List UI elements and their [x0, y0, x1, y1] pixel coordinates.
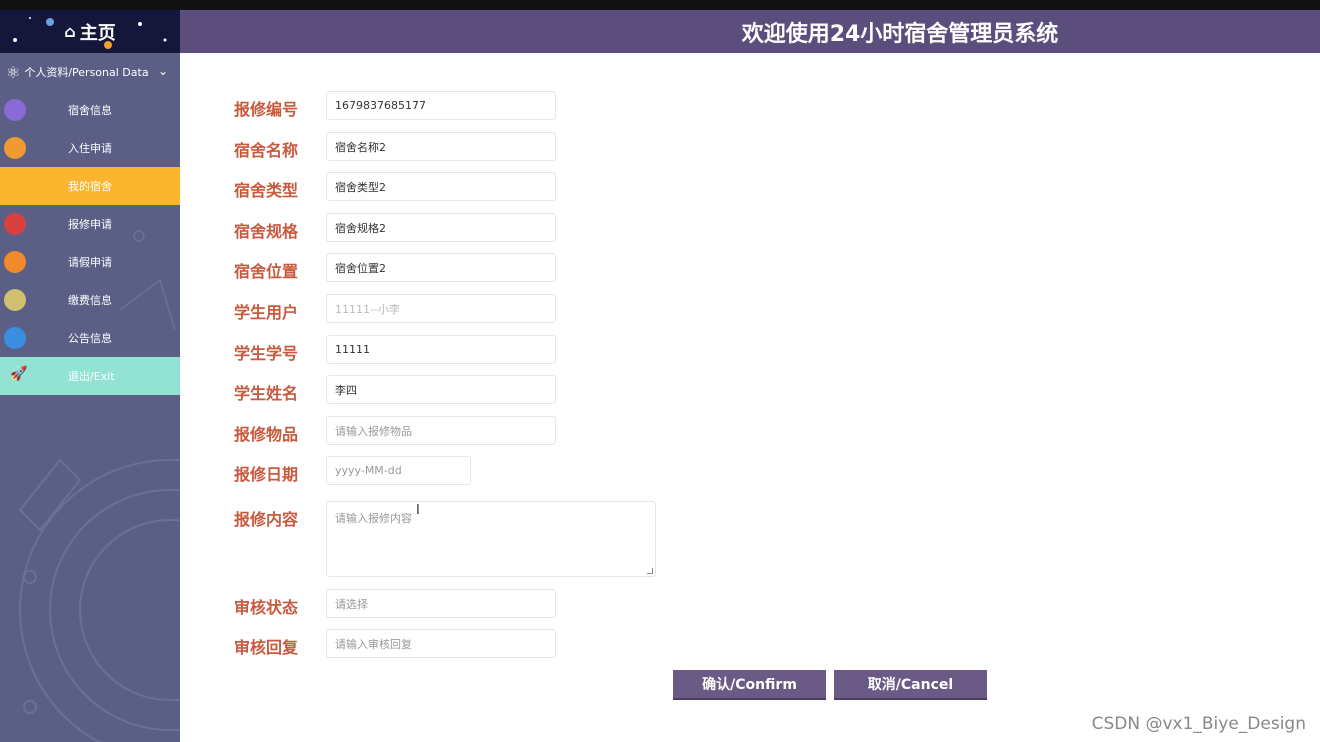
textarea-placeholder: 请输入报修内容: [335, 512, 412, 525]
sidebar-item-checkin-apply[interactable]: 入住申请: [0, 129, 180, 167]
field-label: 报修物品: [234, 425, 299, 444]
sidebar-item-label: 退出/Exit: [68, 370, 115, 383]
sidebar-item-dorm-info[interactable]: 宿舍信息: [0, 91, 180, 129]
page-header: 欢迎使用24小时宿舍管理员系统: [180, 10, 1320, 53]
sidebar-item-label: 缴费信息: [68, 294, 112, 307]
atom-icon: ⚛: [6, 62, 21, 82]
review-reply-input[interactable]: 请输入审核回复: [326, 629, 556, 658]
repair-form: 报修编号 1679837685177 宿舍名称 宿舍名称2 宿舍类型 宿舍类型2…: [180, 53, 1320, 742]
field-label: 宿舍规格: [234, 222, 299, 241]
text-cursor-icon: I: [416, 503, 420, 518]
planet-icon: [4, 213, 26, 235]
planet-icon: [4, 137, 26, 159]
student-name-input[interactable]: 李四: [326, 375, 556, 404]
window-top-bar: [0, 0, 1320, 10]
dorm-location-input[interactable]: 宿舍位置2: [326, 253, 556, 282]
sidebar: ⌂ 主页 ⚛ 个人资料/Personal Data ⌄ 宿舍信息 入住申请 我的…: [0, 10, 180, 742]
planet-icon: [4, 289, 26, 311]
sidebar-item-label: 入住申请: [68, 142, 112, 155]
field-label: 审核回复: [234, 638, 299, 657]
field-label: 宿舍类型: [234, 181, 299, 200]
watermark: CSDN @vx1_Biye_Design: [1091, 714, 1306, 734]
sidebar-section-personal-data[interactable]: ⚛ 个人资料/Personal Data ⌄: [0, 53, 180, 91]
student-id-input[interactable]: 11111: [326, 335, 556, 364]
field-label: 学生学号: [234, 344, 299, 363]
sidebar-item-exit[interactable]: 🚀 退出/Exit: [0, 357, 180, 395]
planet-icon: [4, 327, 26, 349]
repair-item-input[interactable]: 请输入报修物品: [326, 416, 556, 445]
planet-icon: [4, 99, 26, 121]
cancel-button[interactable]: 取消/Cancel: [834, 670, 987, 700]
sidebar-item-label: 公告信息: [68, 332, 112, 345]
student-user-select[interactable]: 11111--小李: [326, 294, 556, 323]
review-status-select[interactable]: 请选择: [326, 589, 556, 618]
repair-content-textarea[interactable]: 请输入报修内容: [326, 501, 656, 577]
field-label: 报修内容: [234, 510, 299, 529]
sidebar-item-payment-info[interactable]: 缴费信息: [0, 281, 180, 319]
section-label: 个人资料/Personal Data: [24, 66, 149, 79]
sidebar-item-my-dorm[interactable]: 我的宿舍: [0, 167, 180, 205]
sidebar-item-notice-info[interactable]: 公告信息: [0, 319, 180, 357]
field-label: 审核状态: [234, 598, 299, 617]
field-label: 报修日期: [234, 465, 299, 484]
home-label: 主页: [79, 22, 116, 44]
sidebar-item-label: 我的宿舍: [68, 180, 112, 193]
field-label: 学生姓名: [234, 384, 299, 403]
home-button[interactable]: ⌂ 主页: [0, 10, 180, 53]
page-title: 欢迎使用24小时宿舍管理员系统: [741, 21, 1059, 47]
sidebar-item-label: 报修申请: [68, 218, 112, 231]
resize-handle-icon[interactable]: [647, 568, 653, 574]
chevron-down-icon: ⌄: [157, 64, 168, 78]
home-icon: ⌂: [64, 22, 76, 41]
repair-number-input[interactable]: 1679837685177: [326, 91, 556, 120]
field-label: 宿舍名称: [234, 141, 299, 160]
sidebar-item-label: 请假申请: [68, 256, 112, 269]
repair-date-picker[interactable]: yyyy-MM-dd: [326, 456, 471, 485]
sidebar-item-repair-apply[interactable]: 报修申请: [0, 205, 180, 243]
field-label: 学生用户: [234, 303, 299, 322]
field-label: 宿舍位置: [234, 262, 299, 281]
sidebar-item-leave-apply[interactable]: 请假申请: [0, 243, 180, 281]
dorm-name-input[interactable]: 宿舍名称2: [326, 132, 556, 161]
rocket-icon: 🚀: [10, 366, 28, 382]
dorm-spec-input[interactable]: 宿舍规格2: [326, 213, 556, 242]
confirm-button[interactable]: 确认/Confirm: [673, 670, 826, 700]
sidebar-item-label: 宿舍信息: [68, 104, 112, 117]
dorm-type-input[interactable]: 宿舍类型2: [326, 172, 556, 201]
planet-icon: [4, 251, 26, 273]
field-label: 报修编号: [234, 100, 299, 119]
